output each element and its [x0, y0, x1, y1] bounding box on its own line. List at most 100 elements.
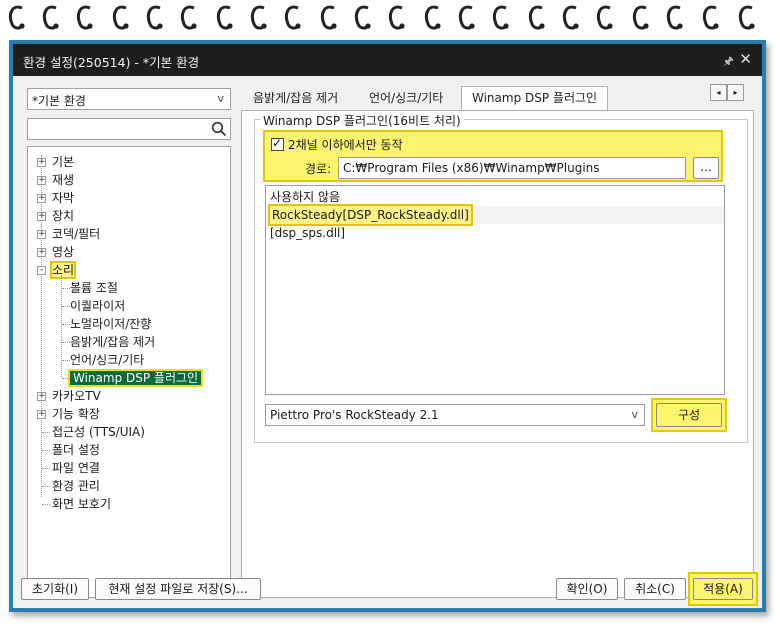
binder-ring-icon	[458, 5, 475, 30]
settings-tree: 기본 + 재생 + 자막 + 장치 + 코덱/필터 + 영상 + 소리 - 볼륨 조절 이퀄라이저 노멀라이저/…	[27, 146, 231, 598]
tree-connector	[62, 360, 70, 361]
close-icon[interactable]: ✕	[739, 50, 752, 68]
tree-label: 이퀄라이저	[70, 299, 126, 313]
search-icon[interactable]	[211, 121, 227, 137]
ok-button[interactable]: 확인(O)	[556, 578, 618, 600]
tree-connector	[42, 450, 50, 451]
binder-ring-icon	[112, 5, 129, 30]
tree-label: 기본	[52, 155, 75, 169]
tree-connector	[41, 155, 42, 497]
expand-icon[interactable]: +	[37, 230, 46, 239]
tree-item[interactable]: 접근성 (TTS/UIA)	[52, 423, 145, 441]
tree-label: 재생	[52, 173, 75, 187]
tab-pane: Winamp DSP 플러그인(16비트 처리) 2채널 이하에서만 동작 경로…	[241, 110, 754, 598]
tree-connector	[61, 275, 62, 377]
reset-button[interactable]: 초기화(I)	[21, 578, 89, 600]
tree-label: 음밝게/잡음 제거	[70, 335, 156, 349]
collapse-icon[interactable]: -	[37, 266, 46, 275]
module-select[interactable]: Piettro Pro's RockSteady 2.1 v	[265, 404, 645, 426]
binder-ring-icon	[76, 5, 93, 30]
preset-select[interactable]: *기본 환경 v	[27, 88, 231, 110]
binder-ring-icon	[250, 5, 267, 30]
binder-ring-icon	[180, 5, 197, 30]
tree-connector	[62, 378, 70, 379]
tree-item[interactable]: 코덱/필터	[52, 225, 100, 243]
list-item[interactable]: 사용하지 않음	[270, 188, 340, 206]
tree-item[interactable]: 환경 관리	[52, 477, 100, 495]
tree-label: Winamp DSP 플러그인	[67, 369, 204, 387]
tree-connector	[62, 288, 70, 289]
tree-label: 화면 보호기	[52, 497, 112, 511]
tree-label: 환경 관리	[52, 479, 100, 493]
configure-button[interactable]: 구성	[656, 403, 722, 427]
chevron-down-icon: v	[217, 92, 224, 105]
tree-connector	[42, 468, 50, 469]
tree-item[interactable]: 노멀라이저/잔향	[70, 315, 151, 333]
plugin-list[interactable]: 사용하지 않음 RockSteady[DSP_RockSteady.dll] […	[265, 185, 725, 395]
tree-connector	[42, 504, 50, 505]
module-value: Piettro Pro's RockSteady 2.1	[270, 408, 439, 422]
tree-item[interactable]: 이퀄라이저	[70, 297, 125, 315]
expand-icon[interactable]: +	[37, 194, 46, 203]
tree-item[interactable]: 재생	[52, 171, 74, 189]
cancel-button[interactable]: 취소(C)	[624, 578, 686, 600]
tree-label: 장치	[52, 209, 75, 223]
dialog-client: *기본 환경 v 기본 + 재생 + 자막 + 장치 + 코덱/필터 + 영상 + 소리 - 볼륨 조절 이퀄…	[13, 76, 762, 608]
tree-item[interactable]: 폴더 설정	[52, 441, 100, 459]
expand-icon[interactable]: +	[37, 158, 46, 167]
expand-icon[interactable]: +	[37, 410, 46, 419]
binder-ring-icon	[42, 5, 59, 30]
tree-item-winamp-dsp[interactable]: Winamp DSP 플러그인	[67, 369, 204, 387]
search-input[interactable]	[27, 118, 231, 140]
tree-connector	[62, 306, 70, 307]
browse-button[interactable]: ...	[693, 157, 719, 179]
tree-label: 영상	[52, 245, 75, 259]
tree-item[interactable]: 언어/싱크/기타	[70, 351, 144, 369]
expand-icon[interactable]: +	[37, 248, 46, 257]
apply-button[interactable]: 적용(A)	[693, 578, 753, 600]
tree-item[interactable]: 볼륨 조절	[70, 279, 118, 297]
stereo-only-checkbox[interactable]	[271, 136, 284, 151]
tab-winamp-dsp[interactable]: Winamp DSP 플러그인	[461, 86, 609, 111]
tree-item-sound[interactable]: 소리	[49, 261, 77, 279]
tree-label: 코덱/필터	[52, 227, 101, 241]
tree-item[interactable]: 기본	[52, 153, 74, 171]
tree-item[interactable]: 기능 확장	[52, 405, 100, 423]
tree-item[interactable]: 영상	[52, 243, 74, 261]
tree-item[interactable]: 장치	[52, 207, 74, 225]
tree-label: 노멀라이저/잔향	[70, 317, 152, 331]
tab-next-icon[interactable]: ▸	[727, 84, 744, 101]
tab-noise[interactable]: 음밝게/잡음 제거	[253, 88, 338, 108]
binder-ring-icon	[216, 5, 233, 30]
preset-value: *기본 환경	[32, 94, 86, 108]
path-field[interactable]: C:₩Program Files (x86)₩Winamp₩Plugins	[338, 157, 686, 179]
tree-connector	[62, 342, 70, 343]
tree-item[interactable]: 파일 연결	[52, 459, 100, 477]
binder-ring-icon	[284, 5, 301, 30]
list-item[interactable]: [dsp_sps.dll]	[270, 224, 345, 242]
tab-prev-icon[interactable]: ◂	[710, 84, 727, 101]
tab-strip: 음밝게/잡음 제거 언어/싱크/기타 Winamp DSP 플러그인	[243, 84, 753, 111]
group-legend: Winamp DSP 플러그인(16비트 처리)	[260, 112, 464, 129]
tree-label: 언어/싱크/기타	[70, 353, 145, 367]
tree-item[interactable]: 화면 보호기	[52, 495, 111, 513]
tree-label: 소리	[49, 261, 77, 279]
dsp-group: Winamp DSP 플러그인(16비트 처리) 2채널 이하에서만 동작 경로…	[254, 112, 748, 443]
tab-language-sync[interactable]: 언어/싱크/기타	[369, 88, 443, 108]
binder-ring-icon	[146, 5, 163, 30]
pin-icon[interactable]: 🖈	[723, 52, 734, 73]
expand-icon[interactable]: +	[37, 392, 46, 401]
save-as-button[interactable]: 현재 설정 파일로 저장(S)...	[95, 578, 261, 600]
tree-label: 파일 연결	[52, 461, 100, 475]
expand-icon[interactable]: +	[37, 212, 46, 221]
path-label: 경로:	[305, 162, 332, 176]
settings-dialog: 환경 설정(250514) - *기본 환경 🖈 ✕ *기본 환경 v 기본 + 재…	[9, 40, 766, 612]
tree-item[interactable]: 음밝게/잡음 제거	[70, 333, 155, 351]
tree-connector	[42, 486, 50, 487]
binder-ring-icon	[632, 5, 649, 30]
binder-ring-icon	[528, 5, 545, 30]
expand-icon[interactable]: +	[37, 176, 46, 185]
list-item-selected[interactable]: RockSteady[DSP_RockSteady.dll]	[268, 204, 473, 226]
tree-item[interactable]: 자막	[52, 189, 74, 207]
tree-item[interactable]: 카카오TV	[52, 387, 101, 405]
